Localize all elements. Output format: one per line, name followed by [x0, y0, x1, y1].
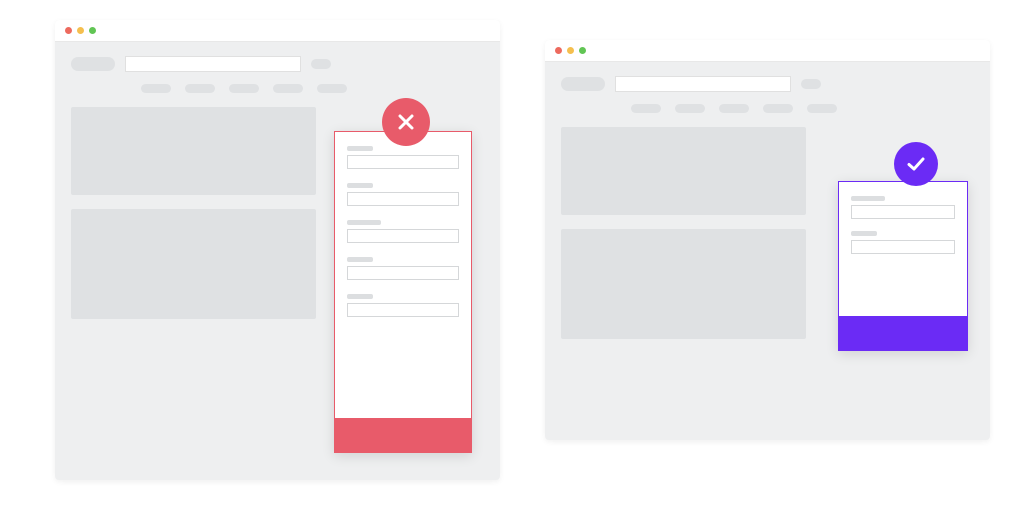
window-good-example: [545, 40, 990, 440]
form-body: [335, 132, 471, 317]
close-dot-icon[interactable]: [555, 47, 562, 54]
form-body: [839, 182, 967, 254]
search-input[interactable]: [125, 56, 301, 72]
search-button[interactable]: [801, 79, 821, 89]
search-input[interactable]: [615, 76, 791, 92]
window-bad-example: [55, 20, 500, 480]
nav-row: [561, 104, 974, 113]
status-badge-bad: [382, 98, 430, 146]
nav-row: [71, 84, 484, 93]
status-badge-good: [894, 142, 938, 186]
minimize-dot-icon[interactable]: [567, 47, 574, 54]
logo-placeholder: [561, 77, 605, 91]
nav-item[interactable]: [141, 84, 171, 93]
logo-placeholder: [71, 57, 115, 71]
field-label: [347, 183, 373, 188]
field-input[interactable]: [851, 240, 955, 254]
submit-button[interactable]: [839, 316, 967, 350]
form-panel-short: [838, 181, 968, 351]
nav-item[interactable]: [675, 104, 705, 113]
submit-button[interactable]: [335, 418, 471, 452]
field-input[interactable]: [347, 303, 459, 317]
header-row: [71, 56, 484, 72]
form-panel-long: [334, 131, 472, 453]
content-block: [71, 107, 316, 195]
nav-item[interactable]: [317, 84, 347, 93]
header-row: [561, 76, 974, 92]
nav-item[interactable]: [763, 104, 793, 113]
form-field: [347, 257, 459, 280]
field-label: [347, 257, 373, 262]
form-field: [851, 196, 955, 219]
field-label: [851, 231, 877, 236]
close-dot-icon[interactable]: [65, 27, 72, 34]
check-icon: [904, 152, 928, 176]
search-button[interactable]: [311, 59, 331, 69]
content-block: [561, 127, 806, 215]
zoom-dot-icon[interactable]: [579, 47, 586, 54]
form-field: [347, 294, 459, 317]
field-input[interactable]: [347, 155, 459, 169]
field-input[interactable]: [347, 192, 459, 206]
field-label: [347, 146, 373, 151]
form-field: [347, 183, 459, 206]
nav-item[interactable]: [229, 84, 259, 93]
form-field: [347, 220, 459, 243]
cross-icon: [395, 111, 417, 133]
nav-item[interactable]: [185, 84, 215, 93]
title-bar: [545, 40, 990, 62]
field-label: [851, 196, 885, 201]
nav-item[interactable]: [719, 104, 749, 113]
nav-item[interactable]: [273, 84, 303, 93]
field-input[interactable]: [347, 266, 459, 280]
content-block: [71, 209, 316, 319]
comparison-diagram: [0, 0, 1024, 512]
field-input[interactable]: [347, 229, 459, 243]
field-label: [347, 294, 373, 299]
title-bar: [55, 20, 500, 42]
field-input[interactable]: [851, 205, 955, 219]
nav-item[interactable]: [807, 104, 837, 113]
field-label: [347, 220, 381, 225]
content-block: [561, 229, 806, 339]
zoom-dot-icon[interactable]: [89, 27, 96, 34]
nav-item[interactable]: [631, 104, 661, 113]
minimize-dot-icon[interactable]: [77, 27, 84, 34]
form-field: [851, 231, 955, 254]
form-field: [347, 146, 459, 169]
